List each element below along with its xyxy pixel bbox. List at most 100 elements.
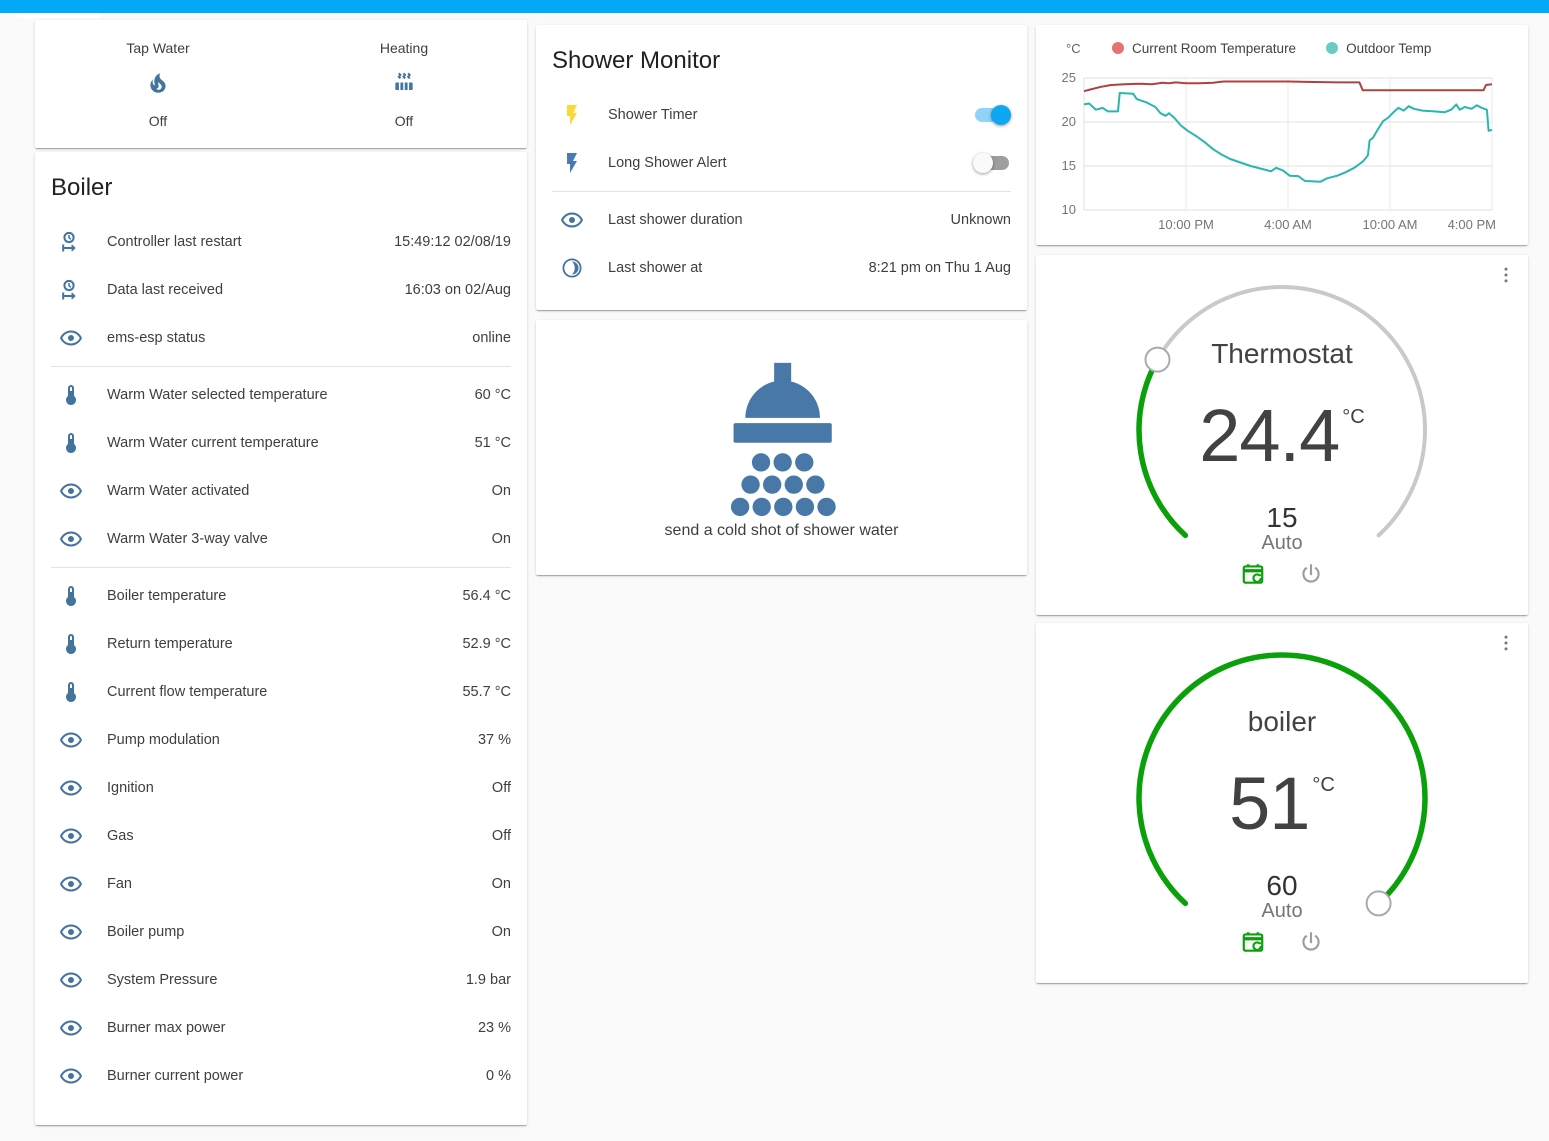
cold-shot-label: send a cold shot of shower water bbox=[665, 522, 899, 540]
flash-yellow-icon bbox=[560, 103, 584, 127]
divider bbox=[51, 567, 511, 568]
entity-row-warm-water-activated[interactable]: Warm Water activatedOn bbox=[51, 467, 511, 515]
auto-mode-button[interactable] bbox=[1240, 561, 1266, 587]
entity-row-pump-modulation[interactable]: Pump modulation37 % bbox=[51, 716, 511, 764]
power-icon bbox=[1298, 942, 1324, 959]
svg-text:4:00 PM: 4:00 PM bbox=[1448, 217, 1496, 232]
clock-restart-icon bbox=[59, 230, 83, 254]
entity-row-burner-current-power[interactable]: Burner current power0 % bbox=[51, 1052, 511, 1100]
entity-state: On bbox=[492, 924, 511, 940]
entity-row-data-last-received[interactable]: Data last received16:03 on 02/Aug bbox=[51, 266, 511, 314]
entity-row-return-temperature[interactable]: Return temperature52.9 °C bbox=[51, 620, 511, 668]
eye-icon bbox=[59, 1064, 83, 1088]
entity-state: 55.7 °C bbox=[462, 684, 511, 700]
cold-shot-action-card[interactable]: send a cold shot of shower water bbox=[536, 320, 1027, 575]
entity-row-warm-water-3-way-valve[interactable]: Warm Water 3-way valveOn bbox=[51, 515, 511, 563]
thermometer-icon bbox=[59, 431, 83, 455]
entity-row-shower-timer[interactable]: Shower Timer bbox=[552, 91, 1011, 139]
glance-item-state: Off bbox=[281, 113, 527, 129]
entity-row-gas[interactable]: GasOff bbox=[51, 812, 511, 860]
entity-row-warm-water-current-temperature[interactable]: Warm Water current temperature51 °C bbox=[51, 419, 511, 467]
entity-state: 60 °C bbox=[475, 387, 511, 403]
svg-text:10:00 AM: 10:00 AM bbox=[1363, 217, 1418, 232]
entity-row-controller-last-restart[interactable]: Controller last restart15:49:12 02/08/19 bbox=[51, 218, 511, 266]
entity-row-fan[interactable]: FanOn bbox=[51, 860, 511, 908]
entity-state: Off bbox=[492, 780, 511, 796]
thermometer-icon bbox=[59, 383, 83, 407]
entity-row-last-shower-at[interactable]: Last shower at8:21 pm on Thu 1 Aug bbox=[552, 244, 1011, 292]
eye-icon bbox=[59, 1016, 83, 1040]
entity-state: 8:21 pm on Thu 1 Aug bbox=[869, 260, 1011, 276]
chart-y-axis-unit: °C bbox=[1066, 41, 1096, 56]
legend-item: Current Room Temperature bbox=[1112, 41, 1296, 56]
entity-name: Controller last restart bbox=[107, 234, 394, 250]
calendar-sync-icon bbox=[1240, 942, 1266, 959]
app-header-bar bbox=[0, 0, 1549, 13]
card-title-boiler: Boiler bbox=[51, 168, 511, 208]
power-off-button[interactable] bbox=[1298, 561, 1324, 587]
temperature-history-chart-card[interactable]: °C Current Room TemperatureOutdoor Temp … bbox=[1036, 25, 1528, 245]
entity-state: 0 % bbox=[486, 1068, 511, 1084]
entity-row-current-flow-temperature[interactable]: Current flow temperature55.7 °C bbox=[51, 668, 511, 716]
power-off-button[interactable] bbox=[1298, 929, 1324, 955]
glance-item-state: Off bbox=[35, 113, 281, 129]
entity-row-ignition[interactable]: IgnitionOff bbox=[51, 764, 511, 812]
temperature-unit: °C bbox=[1312, 774, 1334, 796]
glance-item-tap-water[interactable]: Tap Water Off bbox=[35, 40, 281, 129]
svg-text:15: 15 bbox=[1062, 158, 1076, 173]
boiler-entities-card: Boiler Controller last restart15:49:12 0… bbox=[35, 152, 527, 1125]
boiler-dial-card: boiler 51°C 60 Auto bbox=[1036, 623, 1528, 983]
divider bbox=[552, 191, 1011, 192]
svg-text:25: 25 bbox=[1062, 70, 1076, 85]
eye-icon bbox=[59, 728, 83, 752]
svg-text:10:00 PM: 10:00 PM bbox=[1158, 217, 1214, 232]
entity-state: 37 % bbox=[478, 732, 511, 748]
eye-icon bbox=[59, 527, 83, 551]
entity-row-long-shower-alert[interactable]: Long Shower Alert bbox=[552, 139, 1011, 187]
target-temperature-value: 15 bbox=[1036, 502, 1528, 534]
shower-head-icon bbox=[703, 355, 861, 520]
radiator-icon bbox=[281, 70, 527, 101]
dial-title: boiler bbox=[1036, 706, 1528, 738]
entity-name: Last shower duration bbox=[608, 212, 951, 228]
entity-state: Off bbox=[492, 828, 511, 844]
shower-timer-toggle[interactable] bbox=[973, 105, 1011, 125]
entity-state: 1.9 bar bbox=[466, 972, 511, 988]
entity-row-system-pressure[interactable]: System Pressure1.9 bar bbox=[51, 956, 511, 1004]
auto-mode-button[interactable] bbox=[1240, 929, 1266, 955]
entity-name: ems-esp status bbox=[107, 330, 472, 346]
eye-icon bbox=[560, 208, 584, 232]
svg-text:20: 20 bbox=[1062, 114, 1076, 129]
long-shower-alert-toggle[interactable] bbox=[973, 153, 1011, 173]
entity-state: On bbox=[492, 876, 511, 892]
eye-icon bbox=[59, 824, 83, 848]
entity-row-boiler-temperature[interactable]: Boiler temperature56.4 °C bbox=[51, 572, 511, 620]
entity-row-warm-water-selected-temperature[interactable]: Warm Water selected temperature60 °C bbox=[51, 371, 511, 419]
entity-name: Warm Water current temperature bbox=[107, 435, 475, 451]
entity-state: 52.9 °C bbox=[462, 636, 511, 652]
entity-name: Warm Water activated bbox=[107, 483, 492, 499]
chart-legend: °C Current Room TemperatureOutdoor Temp bbox=[1040, 35, 1524, 61]
glance-item-label: Tap Water bbox=[35, 40, 281, 56]
current-temperature-value: 51°C bbox=[1036, 761, 1528, 846]
entity-row-last-shower-duration[interactable]: Last shower durationUnknown bbox=[552, 196, 1011, 244]
eye-icon bbox=[59, 968, 83, 992]
fire-icon bbox=[35, 70, 281, 101]
glance-card: Tap Water OffHeatingOff bbox=[35, 20, 527, 148]
entity-row-ems-esp-status[interactable]: ems-esp statusonline bbox=[51, 314, 511, 362]
entity-name: Shower Timer bbox=[608, 107, 973, 123]
entity-state: Unknown bbox=[951, 212, 1011, 228]
shower-monitor-card: Shower Monitor Shower Timer Long Shower A… bbox=[536, 25, 1027, 310]
active-tab-indicator[interactable] bbox=[18, 13, 100, 18]
entity-name: Gas bbox=[107, 828, 492, 844]
legend-dot bbox=[1326, 42, 1338, 54]
card-title-shower-monitor: Shower Monitor bbox=[552, 41, 1011, 81]
dial-title: Thermostat bbox=[1036, 338, 1528, 370]
glance-item-heating[interactable]: HeatingOff bbox=[281, 40, 527, 129]
entity-row-burner-max-power[interactable]: Burner max power23 % bbox=[51, 1004, 511, 1052]
entity-row-boiler-pump[interactable]: Boiler pumpOn bbox=[51, 908, 511, 956]
temperature-unit: °C bbox=[1342, 406, 1364, 428]
entity-name: Boiler temperature bbox=[107, 588, 462, 604]
thermometer-icon bbox=[59, 584, 83, 608]
entity-state: On bbox=[492, 531, 511, 547]
